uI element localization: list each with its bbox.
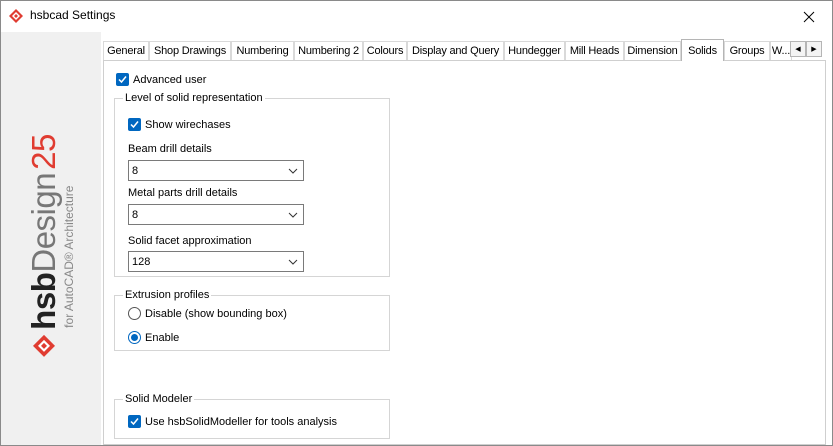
use-solid-modeller-label: Use hsbSolidModeller for tools analysis — [145, 415, 337, 428]
tab-groups[interactable]: Groups — [724, 41, 770, 60]
extrusion-enable-label: Enable — [145, 331, 180, 344]
triangle-left-icon: ◀ — [795, 46, 801, 53]
tab-shop-drawings[interactable]: Shop Drawings — [149, 41, 231, 60]
brand-version: 25 — [25, 134, 62, 170]
tab-numbering[interactable]: Numbering — [231, 41, 294, 60]
triangle-right-icon: ▶ — [811, 46, 817, 53]
advanced-user-checkbox[interactable]: Advanced user — [116, 73, 206, 86]
show-wirechases-checkbox[interactable]: Show wirechases — [128, 118, 231, 131]
solid-representation-title: Level of solid representation — [123, 92, 265, 104]
beam-drill-select[interactable]: 8 — [128, 160, 304, 181]
tab-general[interactable]: General — [103, 41, 149, 60]
tab-scroll-left-button[interactable]: ◀ — [790, 41, 806, 57]
extrusion-profiles-title: Extrusion profiles — [123, 289, 212, 301]
brand-design-text: Design — [25, 172, 62, 273]
extrusion-disable-radio[interactable]: Disable (show bounding box) — [128, 307, 287, 320]
radio-off-icon — [128, 307, 141, 320]
hsbdesign-logo-icon — [33, 334, 55, 357]
tab-dimension[interactable]: Dimension — [624, 41, 681, 60]
checkmark-icon — [116, 73, 129, 86]
settings-window: hsbcad Settings hsb Design 25 for AutoCA… — [0, 0, 833, 446]
facet-select[interactable]: 128 — [128, 251, 304, 272]
advanced-user-label: Advanced user — [133, 73, 207, 86]
brand-subtitle: for AutoCAD® Architecture — [62, 185, 76, 328]
tab-strip: General Shop Drawings Numbering Numberin… — [103, 39, 833, 61]
solid-modeler-group: Solid Modeler Use hsbSolidModeller for t… — [114, 393, 390, 439]
tab-solids[interactable]: Solids — [681, 39, 724, 61]
solids-panel: Advanced user Level of solid representat… — [103, 60, 826, 445]
tab-scroll-buttons: ◀ ▶ — [790, 41, 822, 57]
beam-drill-value: 8 — [132, 164, 139, 177]
metal-drill-label: Metal parts drill details — [128, 187, 238, 199]
brand-banner: hsb Design 25 for AutoCAD® Architecture — [1, 32, 101, 445]
show-wirechases-label: Show wirechases — [145, 118, 231, 131]
tab-mill-heads[interactable]: Mill Heads — [565, 41, 624, 60]
metal-drill-select[interactable]: 8 — [128, 204, 304, 225]
use-solid-modeller-checkbox[interactable]: Use hsbSolidModeller for tools analysis — [128, 415, 337, 428]
window-title: hsbcad Settings — [30, 8, 116, 22]
chevron-down-icon — [288, 259, 298, 265]
brand-hsb-text: hsb — [25, 272, 62, 330]
tab-hundegger[interactable]: Hundegger — [504, 41, 565, 60]
close-button[interactable] — [786, 1, 832, 32]
extrusion-disable-label: Disable (show bounding box) — [145, 307, 287, 320]
hsbcad-logo-icon — [9, 9, 23, 23]
checkmark-icon — [128, 415, 141, 428]
solid-representation-group: Level of solid representation Show wirec… — [114, 92, 390, 277]
facet-label: Solid facet approximation — [128, 235, 252, 247]
tab-numbering-2[interactable]: Numbering 2 — [294, 41, 363, 60]
radio-on-icon — [128, 331, 141, 344]
beam-drill-label: Beam drill details — [128, 143, 212, 155]
solid-modeler-title: Solid Modeler — [123, 393, 195, 405]
tab-display-and-query[interactable]: Display and Query — [407, 41, 504, 60]
facet-value: 128 — [132, 255, 151, 268]
title-bar: hsbcad Settings — [1, 1, 832, 32]
chevron-down-icon — [288, 168, 298, 174]
checkmark-icon — [128, 118, 141, 131]
metal-drill-value: 8 — [132, 208, 139, 221]
tab-scroll-right-button[interactable]: ▶ — [806, 41, 822, 57]
chevron-down-icon — [288, 212, 298, 218]
extrusion-profiles-group: Extrusion profiles Disable (show boundin… — [114, 289, 390, 351]
extrusion-enable-radio[interactable]: Enable — [128, 331, 179, 344]
tab-colours[interactable]: Colours — [363, 41, 407, 60]
tab-overflow[interactable]: W... — [770, 41, 792, 60]
close-icon — [803, 11, 815, 22]
